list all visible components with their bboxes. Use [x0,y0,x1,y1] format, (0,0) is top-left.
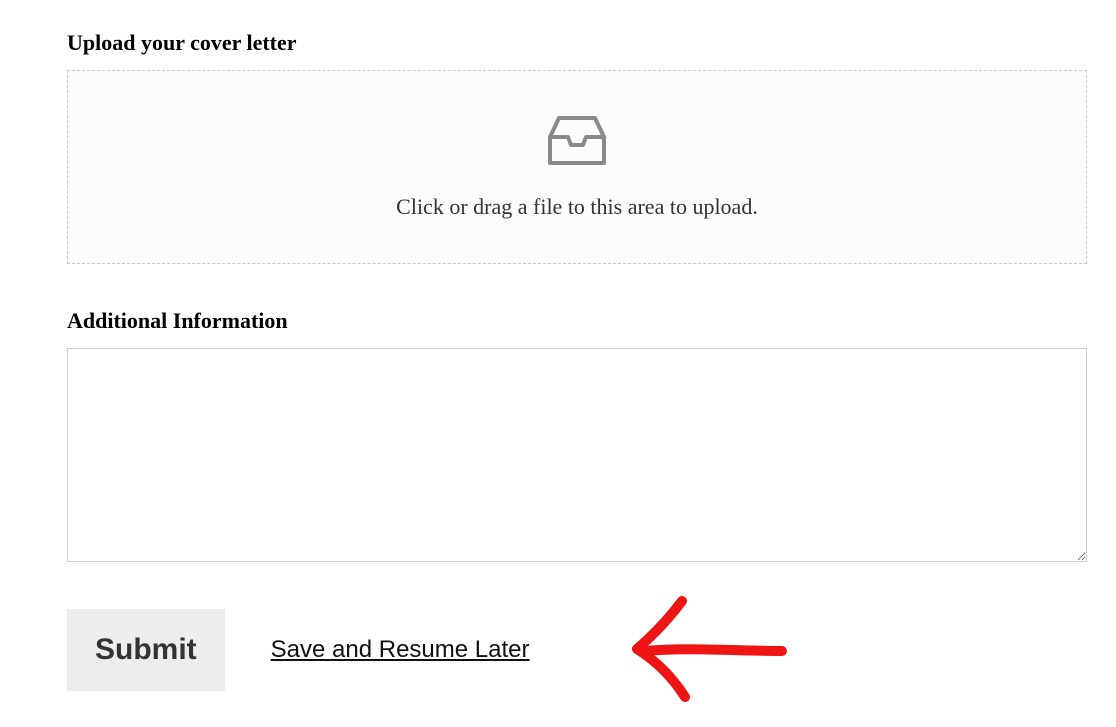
upload-dropzone[interactable]: Click or drag a file to this area to upl… [67,70,1087,264]
arrow-annotation-icon [627,593,797,708]
additional-info-textarea[interactable] [67,348,1087,562]
submit-button[interactable]: Submit [67,609,225,691]
inbox-icon [547,115,607,172]
save-resume-link[interactable]: Save and Resume Later [271,636,530,664]
form-actions: Submit Save and Resume Later [67,609,1116,691]
additional-info-label: Additional Information [67,308,1116,334]
additional-info-field: Additional Information [67,308,1116,567]
upload-field: Upload your cover letter Click or drag a… [67,30,1116,264]
upload-hint: Click or drag a file to this area to upl… [396,194,758,220]
upload-label: Upload your cover letter [67,30,1116,56]
